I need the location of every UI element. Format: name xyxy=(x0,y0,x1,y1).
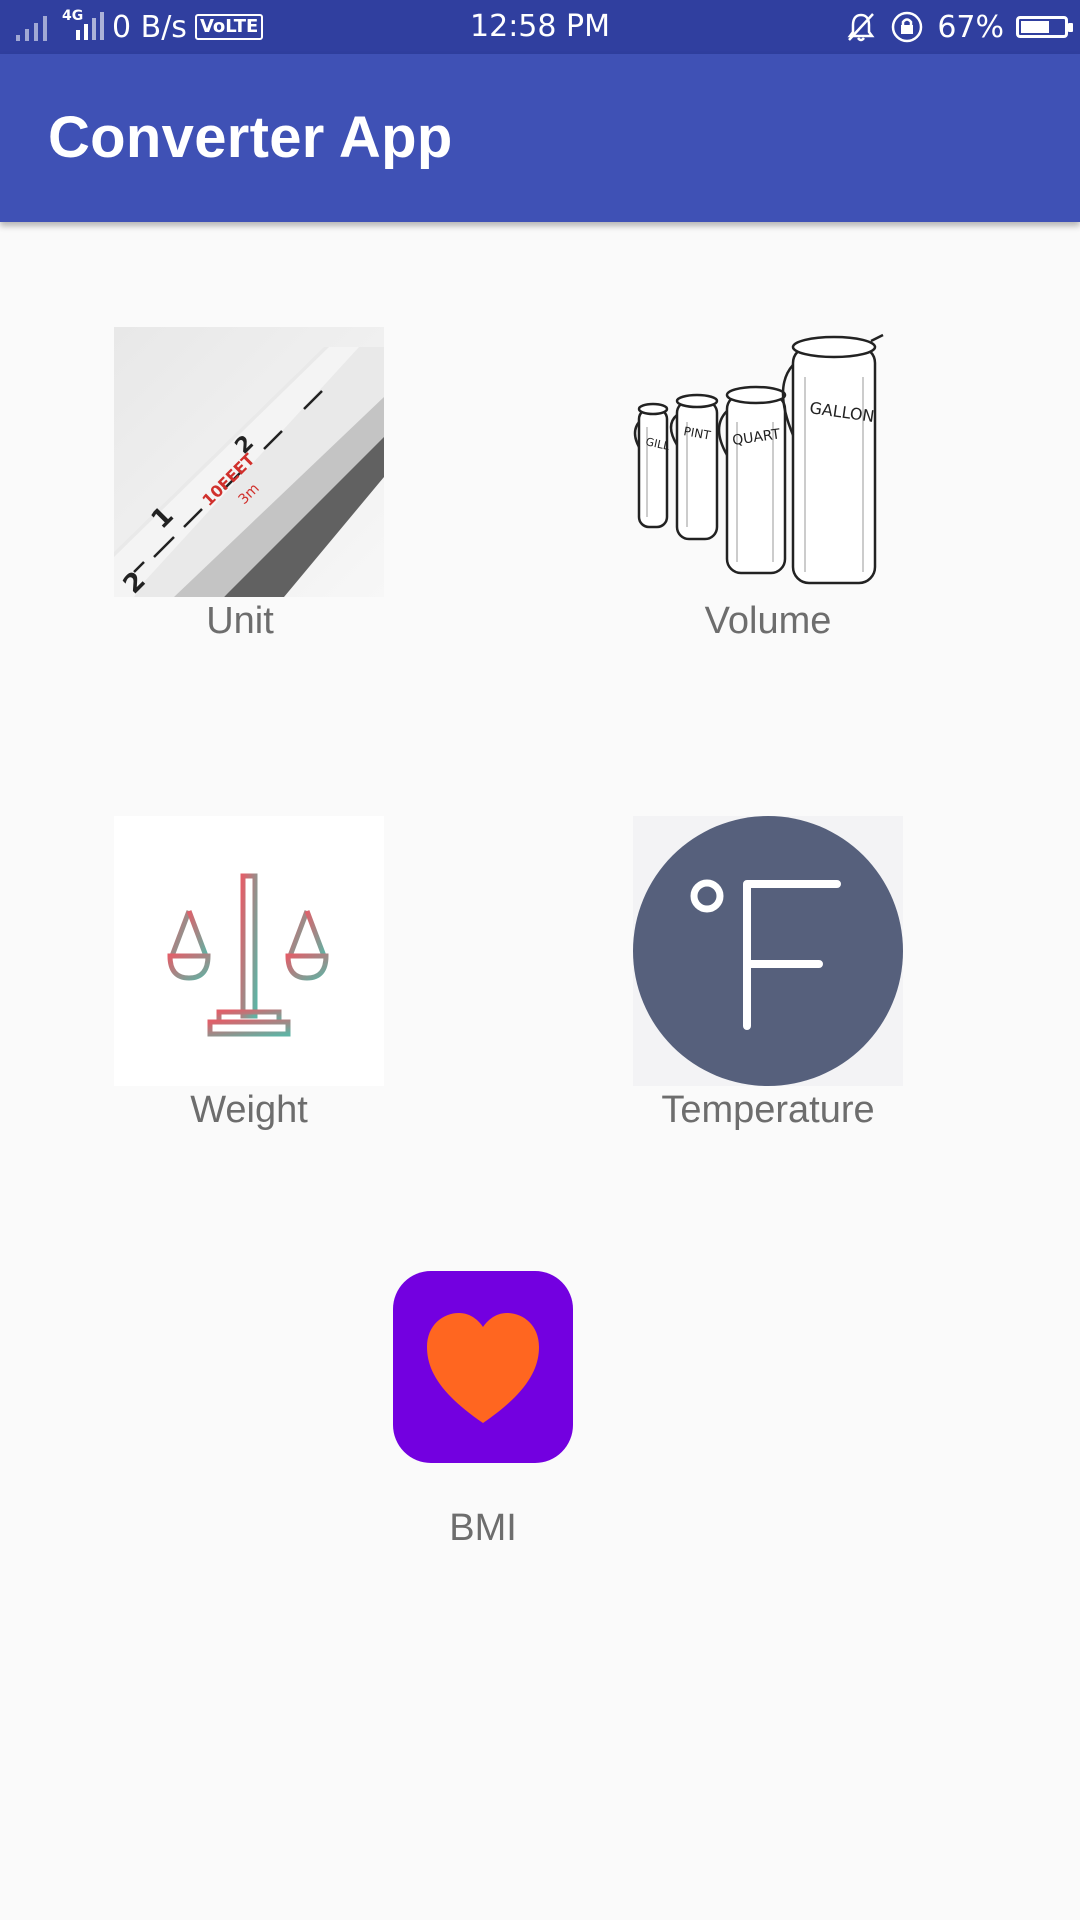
network-speed: 0 B/s xyxy=(112,9,187,45)
weight-label: Weight xyxy=(190,1089,308,1131)
bmi-label: BMI xyxy=(449,1507,517,1549)
app-bar: Converter App xyxy=(0,54,1080,222)
volte-badge: VoLTE xyxy=(194,14,264,40)
status-right: 67% xyxy=(845,0,1073,54)
page-title: Converter App xyxy=(48,105,453,170)
balance-scale-icon[interactable] xyxy=(114,816,384,1086)
signal-icon xyxy=(16,16,47,41)
fahrenheit-icon[interactable] xyxy=(633,816,903,1086)
battery-icon xyxy=(1016,16,1073,38)
battery-percent: 67% xyxy=(937,9,1004,45)
tape-measure-image[interactable]: 1 2 10FEET 3m 2 xyxy=(114,327,384,597)
muted-bell-icon xyxy=(847,13,875,42)
rotation-lock-icon xyxy=(892,11,923,43)
temperature-label: Temperature xyxy=(661,1089,875,1131)
measuring-jugs-image[interactable]: GILL PINT QUART GALLON xyxy=(633,327,903,597)
status-left: 4G 0 B/s VoLTE xyxy=(14,0,264,54)
unit-label: Unit xyxy=(206,600,274,642)
heart-icon[interactable] xyxy=(393,1271,573,1463)
volume-label: Volume xyxy=(704,600,832,642)
network-type-icon: 4G xyxy=(62,8,104,44)
battery-level xyxy=(1021,21,1049,33)
status-bar: 4G 0 B/s VoLTE 12:58 PM 67% xyxy=(0,0,1080,54)
